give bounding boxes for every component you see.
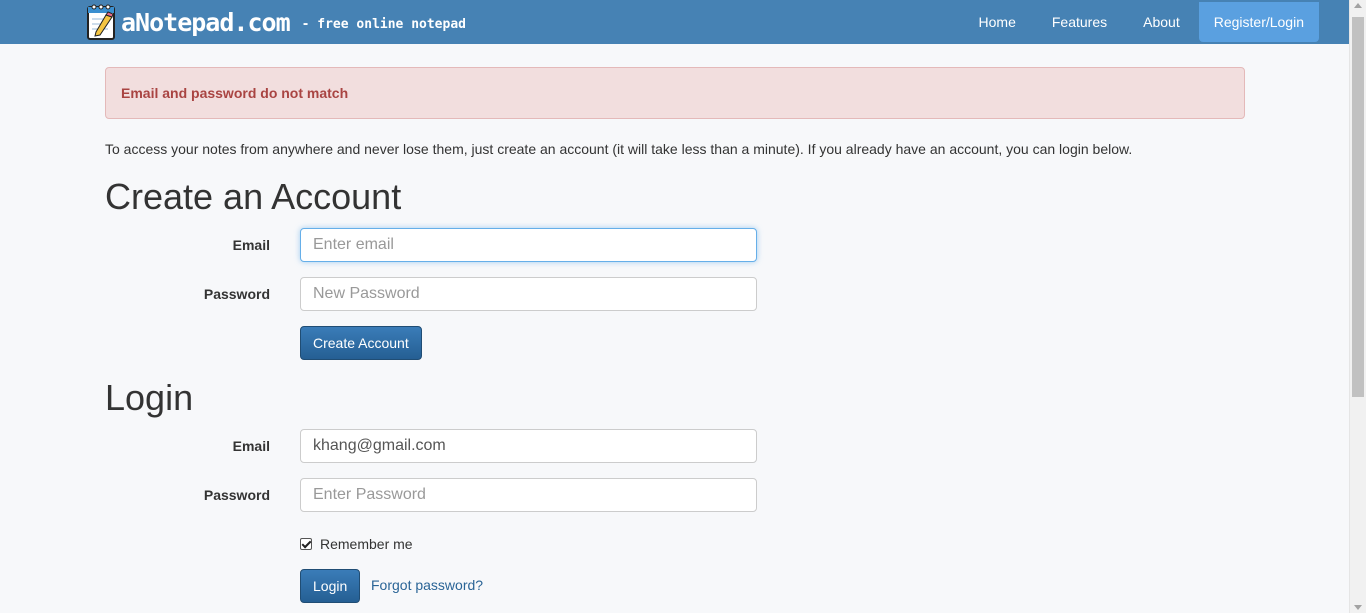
create-password-input[interactable] [300,277,757,311]
create-email-input[interactable] [300,228,757,262]
create-password-label: Password [203,286,270,302]
login-password-label: Password [203,487,270,503]
nav-about[interactable]: About [1125,2,1198,42]
remember-me-label: Remember me [320,536,413,552]
remember-me-checkbox[interactable] [300,538,312,550]
remember-me[interactable]: Remember me [300,536,413,552]
brand[interactable]: aNotepad.com - free online notepad [86,0,466,44]
login-email-input[interactable] [300,429,757,463]
nav-register-login[interactable]: Register/Login [1198,2,1319,42]
login-button[interactable]: Login [300,569,361,603]
create-account-heading: Create an Account [105,176,402,217]
intro-text: To access your notes from anywhere and n… [105,141,1133,157]
nav-home[interactable]: Home [961,2,1034,42]
main-nav: Home Features About Register/Login [961,0,1319,44]
brand-name: aNotepad.com [121,7,291,37]
top-navbar: aNotepad.com - free online notepad Home … [0,0,1349,44]
brand-tagline: - free online notepad [301,16,466,32]
login-password-input[interactable] [300,478,757,512]
create-account-button[interactable]: Create Account [300,326,422,360]
forgot-password-link[interactable]: Forgot password? [371,577,483,593]
create-email-label: Email [232,237,270,253]
vertical-scrollbar[interactable] [1349,0,1366,613]
scroll-up-arrow-icon[interactable] [1354,3,1362,8]
nav-features[interactable]: Features [1034,2,1125,42]
login-heading: Login [105,377,194,418]
login-email-label: Email [232,438,270,454]
scroll-thumb[interactable] [1352,17,1364,397]
notepad-pencil-icon [87,4,115,40]
error-alert: Email and password do not match [105,67,1245,119]
scroll-down-arrow-icon[interactable] [1354,605,1362,610]
